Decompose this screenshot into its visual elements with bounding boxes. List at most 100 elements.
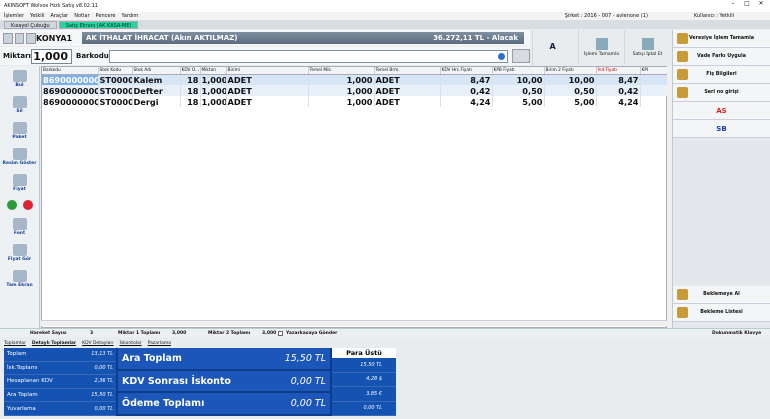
plus-icon[interactable]: [6, 200, 17, 210]
cell-base-unit[interactable]: ADET: [374, 74, 441, 85]
cell-vat-excl-price[interactable]: 0,42: [440, 85, 493, 96]
view-price-button[interactable]: Fiyat Gör: [0, 240, 39, 266]
cell-discount-price[interactable]: 4,24: [596, 96, 641, 107]
menu-notlar[interactable]: Notlar: [74, 13, 89, 19]
close-icon[interactable]: ✕: [754, 0, 768, 7]
barcode-go-icon[interactable]: [498, 52, 506, 60]
cell-barcode[interactable]: 8690000000: [42, 96, 99, 107]
cell-discount-price[interactable]: 0,42: [596, 85, 641, 96]
table-row[interactable]: 8690000000 ST0000 Kalem 18 1,000 ADET 1,…: [42, 74, 669, 85]
customer-name-bar[interactable]: AK İTHALAT İHRACAT (Akın AKTILMAZ) 36.27…: [82, 32, 524, 44]
cell-barcode[interactable]: 8690000000: [42, 74, 99, 85]
col-base-unit[interactable]: Temel Brm.: [374, 67, 441, 75]
sb-button[interactable]: SB: [673, 120, 770, 138]
col-barcode[interactable]: Barkodu: [42, 67, 99, 75]
maximize-icon[interactable]: □: [740, 0, 754, 7]
scale-icon[interactable]: [512, 49, 530, 63]
print-checkbox[interactable]: [278, 330, 283, 336]
apply-term-diff-button[interactable]: Vade Farkı Uygula: [673, 48, 770, 66]
cell-kpb-price[interactable]: 0,50: [492, 85, 545, 96]
cell-stock-name[interactable]: Kalem: [132, 74, 181, 85]
cell-quantity[interactable]: 1,000: [200, 85, 227, 96]
table-row[interactable]: 8690000000 ST0000 Dergi 18 1,000 ADET 1,…: [42, 96, 669, 107]
minimize-icon[interactable]: –: [726, 0, 740, 7]
col-quantity[interactable]: Miktarı: [200, 67, 227, 75]
customer-card-icon[interactable]: [14, 32, 25, 44]
tab-sales-screen[interactable]: Satış Ekranı (AK KASA-ME): [58, 21, 139, 29]
cell-base-qty[interactable]: 1,000: [308, 96, 375, 107]
delete-button[interactable]: Sil: [0, 92, 39, 118]
a-button[interactable]: A: [532, 30, 578, 65]
cell-vat[interactable]: 18: [180, 96, 201, 107]
cell-unit[interactable]: ADET: [226, 85, 309, 96]
cell-base-unit[interactable]: ADET: [374, 85, 441, 96]
cell-unit[interactable]: ADET: [226, 74, 309, 85]
table-row[interactable]: 8690000000 ST0000 Defter 18 1,000 ADET 1…: [42, 85, 669, 96]
complete-transaction-button[interactable]: İşlemi Tamamla: [578, 30, 624, 65]
credit-complete-button[interactable]: Veresiye İşlem Tamamla: [673, 30, 770, 48]
cell-discount-price[interactable]: 8,47: [596, 74, 641, 85]
cell-base-qty[interactable]: 1,000: [308, 85, 375, 96]
cell-base-unit[interactable]: ADET: [374, 96, 441, 107]
cell-quantity[interactable]: 1,000: [200, 74, 227, 85]
tab-vat-details[interactable]: KDV Detayları: [82, 341, 113, 346]
cell-kpb-price[interactable]: 10,00: [492, 74, 545, 85]
barcode-input[interactable]: [109, 49, 509, 63]
tab-detailed-totals[interactable]: Detaylı Toplamlar: [32, 341, 76, 346]
cell-kpi[interactable]: [640, 74, 669, 85]
menu-yardim[interactable]: Yardım: [121, 13, 138, 19]
hold-list-button[interactable]: Bekleme Listesi: [673, 304, 770, 322]
cell-stock-code[interactable]: ST0000: [98, 74, 133, 85]
hold-button[interactable]: Beklemeye Al: [673, 286, 770, 304]
col-unit[interactable]: Birimi: [226, 67, 309, 75]
touch-keyboard-button[interactable]: Dokunmatik Klavye: [712, 331, 761, 336]
menu-yetkili[interactable]: Yetkili: [30, 13, 45, 19]
cell-vat[interactable]: 18: [180, 85, 201, 96]
col-kpb-price[interactable]: KPB Fiyatı: [492, 67, 545, 75]
col-vat[interactable]: KDV O...: [180, 67, 201, 75]
horizontal-scrollbar[interactable]: [41, 320, 667, 326]
cell-kpb-price[interactable]: 5,00: [492, 96, 545, 107]
customer-search-icon[interactable]: [3, 32, 13, 44]
minus-icon[interactable]: [22, 200, 33, 210]
serial-entry-button[interactable]: Seri no girişi: [673, 84, 770, 102]
col-stock-code[interactable]: Stok Kodu: [98, 67, 133, 75]
menu-pencere[interactable]: Pencere: [96, 13, 116, 19]
customer-info-icon[interactable]: [26, 32, 37, 44]
price-button[interactable]: Fiyat: [0, 170, 39, 196]
col-vat-excl-price[interactable]: KDV Hrc.Fiyatı: [440, 67, 493, 75]
tab-marketing[interactable]: Pazarlama: [148, 341, 171, 346]
package-button[interactable]: Paket: [0, 118, 39, 144]
tab-totals[interactable]: Toplamlar: [4, 341, 26, 346]
vertical-scrollbar[interactable]: [667, 66, 672, 328]
cell-unit2-price[interactable]: 10,00: [544, 74, 597, 85]
menu-araclar[interactable]: Araçlar: [50, 13, 68, 19]
font-button[interactable]: Font: [0, 214, 39, 240]
cell-stock-name[interactable]: Dergi: [132, 96, 181, 107]
cancel-sale-button[interactable]: Satışı İptal Et: [624, 30, 670, 65]
cell-base-qty[interactable]: 1,000: [308, 74, 375, 85]
col-stock-name[interactable]: Stok Adı: [132, 67, 181, 75]
cell-kpi[interactable]: [640, 85, 669, 96]
sales-grid[interactable]: Barkodu Stok Kodu Stok Adı KDV O... Mikt…: [41, 66, 669, 328]
menu-islemler[interactable]: İşlemler: [4, 13, 24, 19]
col-kpi[interactable]: KPI: [640, 67, 669, 75]
cell-stock-code[interactable]: ST0000: [98, 96, 133, 107]
cell-vat-excl-price[interactable]: 4,24: [440, 96, 493, 107]
col-base-qty[interactable]: Temel Mik.: [308, 67, 375, 75]
quantity-input[interactable]: 1,000: [30, 48, 72, 64]
tab-shortcut-bar[interactable]: Kısayol Çubuğu: [4, 21, 57, 29]
col-discount-price[interactable]: İnd.Fiyatı: [596, 67, 641, 75]
cell-stock-code[interactable]: ST0000: [98, 85, 133, 96]
cell-stock-name[interactable]: Defter: [132, 85, 181, 96]
cell-unit2-price[interactable]: 0,50: [544, 85, 597, 96]
cell-quantity[interactable]: 1,000: [200, 96, 227, 107]
show-image-button[interactable]: Resim Göster: [0, 144, 39, 170]
cell-kpi[interactable]: [640, 96, 669, 107]
receipt-info-button[interactable]: Fiş Bilgileri: [673, 66, 770, 84]
cell-vat-excl-price[interactable]: 8,47: [440, 74, 493, 85]
as-button[interactable]: AS: [673, 102, 770, 120]
col-unit2-price[interactable]: Birim 2 Fiyatı: [544, 67, 597, 75]
tab-discounts[interactable]: İskontolar: [120, 341, 142, 346]
cell-unit2-price[interactable]: 5,00: [544, 96, 597, 107]
